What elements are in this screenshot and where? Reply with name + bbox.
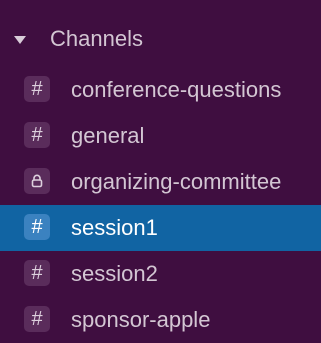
hash-icon: # [24, 214, 50, 240]
channel-item-organizing-committee[interactable]: organizing-committee [0, 159, 321, 205]
channel-sidebar: Channels # conference-questions # genera… [0, 0, 321, 339]
channel-name: general [71, 123, 145, 148]
channel-item-session1[interactable]: # session1 [0, 205, 321, 251]
hash-icon: # [24, 122, 50, 148]
channels-section-header[interactable]: Channels [0, 18, 321, 60]
hash-icon: # [24, 76, 50, 102]
channel-name: conference-questions [71, 77, 282, 102]
lock-icon [24, 168, 50, 194]
channel-name: organizing-committee [71, 169, 282, 194]
section-title[interactable]: Channels [50, 26, 143, 52]
channel-name: session2 [71, 261, 158, 286]
channel-item-conference-questions[interactable]: # conference-questions [0, 67, 321, 113]
channel-name: session1 [71, 215, 158, 240]
channel-item-session2[interactable]: # session2 [0, 251, 321, 297]
hash-icon: # [24, 260, 50, 286]
channel-item-sponsor-apple[interactable]: # sponsor-apple [0, 297, 321, 343]
channel-name: sponsor-apple [71, 307, 211, 332]
caret-down-icon[interactable] [14, 36, 26, 44]
channel-item-general[interactable]: # general [0, 113, 321, 159]
hash-icon: # [24, 306, 50, 332]
